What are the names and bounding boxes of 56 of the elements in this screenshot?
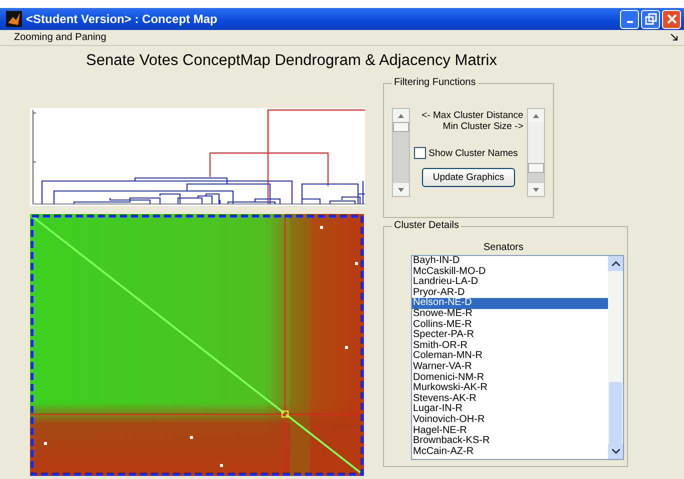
dock-arrow-icon[interactable]	[671, 34, 678, 41]
list-item[interactable]: Pryor-AR-D	[412, 288, 608, 298]
up-arrow-icon	[533, 114, 540, 118]
window-title: <Student Version> : Concept Map	[26, 12, 218, 26]
list-item[interactable]: Collins-ME-R	[412, 320, 608, 330]
scroll-down-button[interactable]	[608, 444, 623, 459]
max-distance-label: <- Max Cluster Distance	[422, 110, 524, 121]
logo-icon	[6, 11, 22, 27]
list-item[interactable]: Voinovich-OH-R	[412, 414, 608, 426]
scroll-down-button[interactable]	[528, 183, 544, 196]
list-item[interactable]: Stevens-AK-R	[412, 394, 608, 404]
min-size-slider[interactable]	[527, 108, 545, 197]
scroll-down-button[interactable]	[393, 183, 409, 196]
slider-thumb[interactable]	[393, 122, 409, 132]
close-icon	[666, 13, 678, 25]
down-arrow-icon	[398, 188, 404, 192]
scrollbar[interactable]	[608, 256, 623, 459]
scroll-up-button[interactable]	[528, 109, 544, 122]
list-item[interactable]: McCaskill-MO-D	[412, 266, 608, 278]
list-item[interactable]: Murkowski-AK-R	[412, 383, 608, 394]
down-chevron-icon	[612, 449, 620, 454]
minimize-button[interactable]	[620, 10, 639, 28]
close-button[interactable]	[662, 10, 681, 28]
update-graphics-button[interactable]: Update Graphics	[422, 168, 516, 187]
list-item[interactable]: Coleman-MN-R	[412, 351, 608, 362]
list-item[interactable]: Brownback-KS-R	[412, 436, 608, 447]
checkbox-label: Show Cluster Names	[428, 148, 518, 158]
list-item[interactable]: McCain-AZ-R	[412, 446, 608, 458]
list-item[interactable]: Domenici-NM-R	[412, 372, 608, 384]
up-arrow-icon	[398, 114, 404, 118]
max-distance-slider[interactable]	[392, 108, 410, 197]
down-arrow-icon	[533, 188, 540, 192]
list-item[interactable]: Smith-OR-R	[412, 340, 608, 352]
slider-thumb[interactable]	[528, 162, 544, 173]
list-item[interactable]: Hagel-NE-R	[412, 426, 608, 436]
panel-title: Cluster Details	[392, 220, 462, 231]
senators-listbox[interactable]	[411, 255, 624, 460]
figure-heading: Senate Votes ConceptMap Dendrogram & Adjacency Matrix	[86, 52, 498, 70]
panel-title: Filtering Functions	[392, 77, 478, 88]
show-names-checkbox[interactable]	[414, 147, 426, 159]
toolbar-label: Zooming and Paning	[14, 32, 106, 43]
list-item[interactable]: Specter-PA-R	[412, 330, 608, 341]
scroll-up-button[interactable]	[393, 109, 409, 122]
minimize-icon	[626, 21, 632, 23]
restore-button[interactable]	[641, 10, 660, 28]
min-size-label: Min Cluster Size ->	[442, 121, 524, 132]
list-label: Senators	[482, 242, 525, 253]
restore-icon	[644, 13, 656, 25]
list-item[interactable]: Landrieu-LA-D	[412, 277, 608, 288]
list-item[interactable]: Warner-VA-R	[412, 362, 608, 373]
list-item[interactable]: Bayh-IN-D	[412, 256, 608, 267]
up-chevron-icon	[612, 261, 620, 266]
list-item[interactable]: Lugar-IN-R	[412, 404, 608, 415]
scroll-up-button[interactable]	[608, 256, 623, 271]
list-item[interactable]: Nelson-NE-D	[412, 298, 608, 309]
list-item[interactable]: Snowe-ME-R	[412, 308, 608, 320]
